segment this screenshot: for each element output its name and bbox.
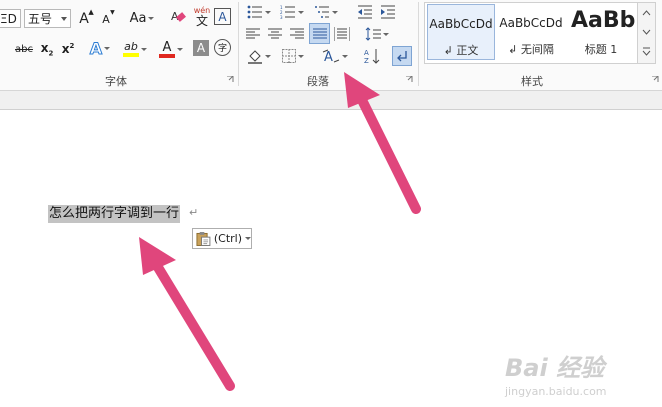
arrow-to-selected-text	[139, 237, 235, 391]
baidu-watermark: Bai 经验 jingyan.baidu.com	[505, 348, 607, 398]
arrow-to-chinese-layout	[344, 72, 421, 214]
annotation-arrows	[139, 72, 421, 391]
watermark-url: jingyan.baidu.com	[505, 385, 607, 398]
watermark-logo: Bai 经验	[505, 354, 605, 382]
